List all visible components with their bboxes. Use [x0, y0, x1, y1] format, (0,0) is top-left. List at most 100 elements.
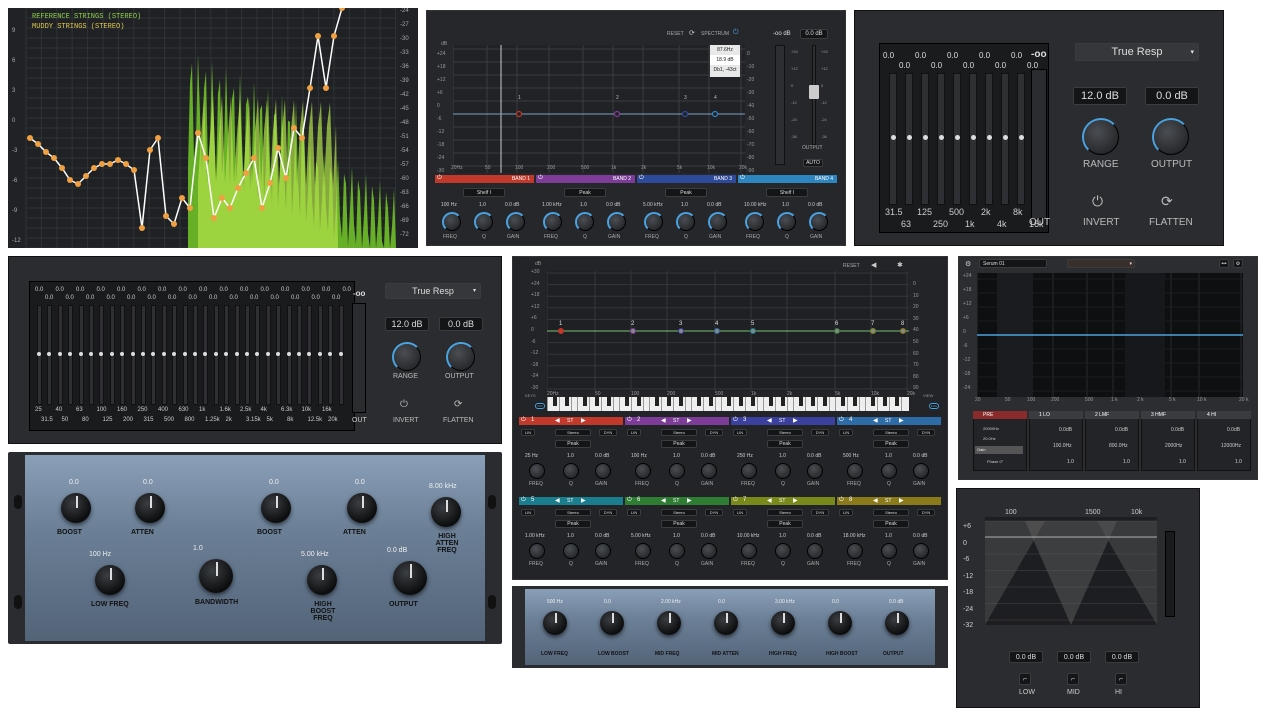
band-type-select[interactable]: Shelf I — [766, 188, 808, 197]
freq-knob[interactable] — [741, 543, 757, 559]
eq-knob[interactable] — [61, 493, 91, 523]
preset-name[interactable]: Serum 01 — [979, 259, 1047, 268]
power-icon[interactable]: ⏻ — [627, 497, 632, 504]
band-value-box[interactable]: 0.0 dB — [1057, 651, 1091, 663]
band-header[interactable]: BAND 3 — [637, 175, 736, 183]
freq-knob[interactable] — [847, 463, 863, 479]
gain-knob[interactable] — [607, 212, 627, 232]
fader-handle[interactable] — [89, 352, 93, 356]
fader-handle[interactable] — [161, 352, 166, 356]
piano-key-black[interactable] — [607, 397, 611, 406]
piano-key-black[interactable] — [637, 397, 641, 406]
q-knob[interactable] — [669, 543, 685, 559]
power-icon[interactable]: ⏻ — [839, 417, 844, 424]
q-knob[interactable] — [881, 543, 897, 559]
eq8-reset-button[interactable]: RESET — [843, 263, 860, 269]
gain-knob[interactable] — [701, 543, 717, 559]
piano-key-black[interactable] — [583, 397, 587, 406]
power-icon[interactable]: ⏻ — [639, 175, 644, 182]
gain-knob[interactable] — [595, 463, 611, 479]
band-value-box[interactable]: 0.0 dB — [1009, 651, 1043, 663]
band-kill-button[interactable]: ⌐ — [1067, 673, 1079, 685]
gain-knob[interactable] — [506, 212, 526, 232]
preset-select[interactable]: ▾ — [1067, 259, 1135, 268]
gain-knob[interactable] — [708, 212, 728, 232]
eq-knob[interactable] — [600, 611, 624, 635]
eq-knob[interactable] — [714, 611, 738, 635]
piano-key-black[interactable] — [709, 397, 713, 406]
next-icon[interactable]: ▶ — [793, 417, 798, 424]
fader-handle[interactable] — [286, 352, 291, 356]
gain-knob[interactable] — [701, 463, 717, 479]
fader-handle[interactable] — [906, 135, 912, 140]
gear-icon[interactable]: ✱ — [897, 261, 903, 269]
fader-handle[interactable] — [890, 135, 896, 140]
band-header[interactable]: BAND 2 — [536, 175, 635, 183]
geq10-range-knob[interactable] — [1082, 118, 1120, 156]
band-header[interactable]: BAND 1 — [435, 175, 534, 183]
piano-key-black[interactable] — [625, 397, 629, 406]
type-select[interactable]: Peak — [555, 440, 591, 448]
freq-knob[interactable] — [644, 212, 664, 232]
gain-knob[interactable] — [807, 463, 823, 479]
geq30-flatten-button[interactable]: FLATTEN — [443, 417, 474, 424]
eq-knob[interactable] — [543, 611, 567, 635]
type-select[interactable]: Peak — [873, 440, 909, 448]
stereo-select[interactable]: Stereo — [555, 429, 591, 436]
band-header[interactable] — [1141, 411, 1195, 419]
eq-knob[interactable] — [95, 565, 125, 595]
fader-handle[interactable] — [297, 352, 301, 356]
gain-knob[interactable] — [913, 543, 929, 559]
next-icon[interactable]: ▶ — [581, 497, 586, 504]
keys-toggle[interactable]: OFF — [535, 403, 545, 409]
fader-handle[interactable] — [234, 352, 239, 356]
piano-key-black[interactable] — [781, 397, 785, 406]
eq-knob[interactable] — [393, 561, 427, 595]
dj-graph[interactable] — [985, 517, 1157, 625]
piano-key-black[interactable] — [853, 397, 857, 406]
prev-icon[interactable]: ◀ — [661, 497, 666, 504]
fader-handle[interactable] — [338, 352, 343, 356]
prev-icon[interactable]: ◀ — [661, 417, 666, 424]
dyn-button[interactable]: DYN — [599, 509, 617, 516]
next-icon[interactable]: ▶ — [793, 497, 798, 504]
dyn-button[interactable]: DYN — [811, 509, 829, 516]
eq-knob[interactable] — [885, 611, 909, 635]
fader-handle[interactable] — [938, 135, 944, 140]
power-icon[interactable]: ⏻ — [627, 417, 632, 424]
power-icon[interactable]: ⏻ — [437, 175, 442, 182]
lin-button[interactable]: LIN — [839, 429, 853, 436]
power-icon[interactable]: ⏻ — [839, 497, 844, 504]
eq8-graph[interactable] — [547, 271, 909, 391]
piano-key-black[interactable] — [553, 397, 557, 406]
stereo-select[interactable]: Stereo — [767, 509, 803, 516]
prev-icon[interactable]: ◀ — [873, 417, 878, 424]
output-fader-handle[interactable] — [809, 85, 819, 99]
power-icon[interactable]: ⏻ — [521, 417, 526, 424]
freq-knob[interactable] — [847, 543, 863, 559]
dyn-button[interactable]: DYN — [811, 429, 829, 436]
geq30-invert-button[interactable]: INVERT — [393, 417, 419, 424]
piano-key-black[interactable] — [655, 397, 659, 406]
band-header[interactable] — [973, 411, 1027, 419]
power-icon[interactable]: ⏻ — [733, 417, 738, 424]
geq30-output-value[interactable]: 0.0 dB — [439, 317, 483, 331]
piano-key-black[interactable] — [679, 397, 683, 406]
eq-knob[interactable] — [135, 493, 165, 523]
stereo-select[interactable]: Stereo — [873, 429, 909, 436]
type-select[interactable]: Peak — [661, 440, 697, 448]
freq-knob[interactable] — [635, 463, 651, 479]
piano-key-black[interactable] — [883, 397, 887, 406]
gear-icon[interactable]: ⚙ — [965, 260, 971, 268]
geq10-range-value[interactable]: 12.0 dB — [1073, 87, 1127, 105]
view-toggle[interactable]: ENG — [929, 403, 939, 409]
menu-icon[interactable]: ••• — [1219, 259, 1229, 268]
band-type-select[interactable]: Shelf I — [463, 188, 505, 197]
stereo-select[interactable]: Stereo — [873, 509, 909, 516]
band-value-box[interactable]: 0.0 dB — [1105, 651, 1139, 663]
piano-key-black[interactable] — [769, 397, 773, 406]
type-select[interactable]: Peak — [873, 520, 909, 528]
piano-key-black[interactable] — [751, 397, 755, 406]
fader-handle[interactable] — [265, 352, 270, 356]
band-type-select[interactable]: Peak — [564, 188, 606, 197]
